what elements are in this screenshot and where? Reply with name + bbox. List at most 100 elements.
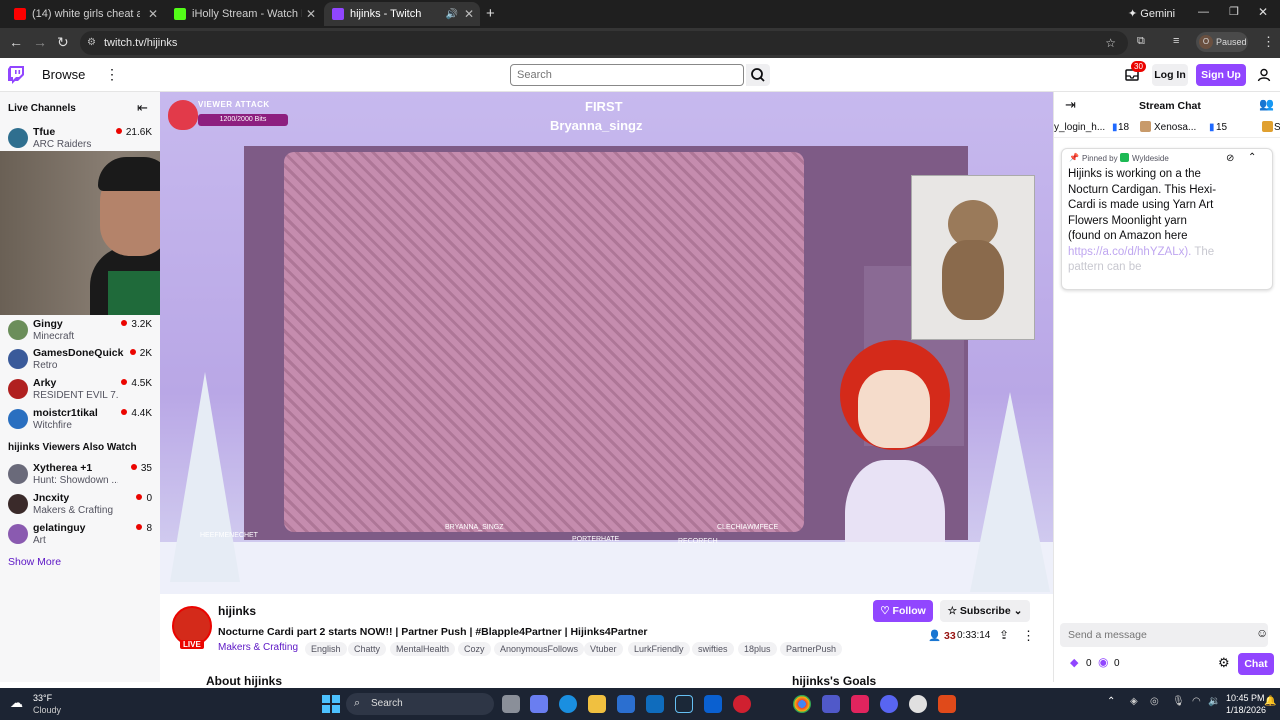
search-input[interactable] bbox=[510, 64, 744, 86]
chrome-icon[interactable] bbox=[793, 695, 811, 713]
collapse-sidebar-icon[interactable]: ⇤ bbox=[137, 100, 148, 116]
forward-button[interactable]: → bbox=[33, 34, 47, 50]
video-player[interactable]: VIEWER ATTACK 1200/2000 Bits FIRST Bryan… bbox=[160, 92, 1053, 594]
channel-item[interactable]: moistcr1tikal Witchfire 4.4K bbox=[0, 405, 160, 435]
more-options-icon[interactable]: ⋮ bbox=[105, 66, 119, 83]
tray-icon[interactable]: ◎ bbox=[1150, 696, 1159, 707]
channel-item[interactable]: Tfue ARC Raiders 21.6K bbox=[0, 124, 160, 154]
leaderboard-count: 18 bbox=[1118, 122, 1130, 133]
channel-item[interactable]: Jncxity Makers & Crafting 0 bbox=[0, 490, 160, 520]
minimize-button[interactable]: — bbox=[1198, 6, 1209, 18]
browser-tab-twitch[interactable]: hijinks - Twitch 🔊 ✕ bbox=[324, 2, 480, 26]
tag[interactable]: AnonymousFollows bbox=[494, 642, 585, 656]
profile-button[interactable]: O Paused bbox=[1196, 32, 1248, 52]
clock-time[interactable]: 10:45 PM bbox=[1226, 693, 1265, 703]
notification-center-icon[interactable]: 🔔 bbox=[1264, 696, 1276, 707]
channel-item[interactable]: Gingy Minecraft 3.2K bbox=[0, 316, 160, 346]
close-tab-icon[interactable]: ✕ bbox=[464, 7, 474, 21]
moderator-badge-icon bbox=[1120, 153, 1129, 162]
goals-heading: hijinks's Goals bbox=[792, 674, 877, 688]
community-icon[interactable]: 👥 bbox=[1259, 97, 1274, 111]
outlook-icon[interactable] bbox=[646, 695, 664, 713]
task-view-icon[interactable] bbox=[502, 695, 520, 713]
login-button[interactable]: Log In bbox=[1152, 64, 1188, 86]
browser-tab-youtube[interactable]: (14) white girls cheat alot - You ✕ bbox=[6, 2, 164, 26]
gemini-button[interactable]: ✦ Gemini bbox=[1128, 7, 1175, 20]
tab-title: hijinks - Twitch bbox=[350, 8, 422, 20]
show-more-link[interactable]: Show More bbox=[8, 556, 61, 568]
channel-item[interactable]: GamesDoneQuick Retro 2K bbox=[0, 345, 160, 375]
follow-button[interactable]: ♡ Follow bbox=[873, 600, 933, 622]
file-explorer-icon[interactable] bbox=[588, 695, 606, 713]
browser-tab-kick[interactable]: iHolly Stream - Watch Live on K ✕ bbox=[166, 2, 322, 26]
user-icon[interactable] bbox=[1257, 68, 1271, 82]
discord-icon[interactable] bbox=[880, 695, 898, 713]
pinned-link[interactable]: https://a.co/d/hhYZALx). bbox=[1068, 246, 1191, 258]
close-tab-icon[interactable]: ✕ bbox=[306, 7, 316, 21]
tag[interactable]: Vtuber bbox=[584, 642, 623, 656]
teddy-bear-cam bbox=[911, 175, 1035, 340]
more-options-icon[interactable]: ⋮ bbox=[1022, 628, 1035, 644]
channel-item[interactable]: Xytherea +1 Hunt: Showdown ... 35 bbox=[0, 460, 160, 490]
tag[interactable]: PartnerPush bbox=[780, 642, 843, 656]
volume-icon[interactable]: 🔉 bbox=[1208, 696, 1220, 707]
taskbar-search[interactable]: ⌕ Search bbox=[346, 693, 494, 715]
twitch-logo-icon[interactable] bbox=[8, 66, 24, 84]
wifi-icon[interactable]: ◠ bbox=[1192, 696, 1201, 707]
url-field[interactable]: ⚙ twitch.tv/hijinks ☆ bbox=[80, 31, 1128, 55]
windows-start-icon[interactable] bbox=[322, 695, 340, 713]
tag[interactable]: 18plus bbox=[738, 642, 777, 656]
search-button[interactable] bbox=[746, 64, 770, 86]
browser-menu-icon[interactable]: ⋮ bbox=[1262, 34, 1275, 50]
extensions-icon[interactable]: ⧉ bbox=[1137, 35, 1145, 48]
edge-icon[interactable] bbox=[559, 695, 577, 713]
close-window-button[interactable]: ✕ bbox=[1258, 5, 1268, 19]
speaker-icon[interactable]: 🔊 bbox=[446, 9, 458, 20]
maximize-button[interactable]: ❐ bbox=[1229, 5, 1239, 18]
chevron-up-icon[interactable]: ⌃ bbox=[1248, 152, 1256, 163]
obs-icon[interactable] bbox=[909, 695, 927, 713]
copilot-icon[interactable] bbox=[530, 695, 548, 713]
collapse-chat-icon[interactable]: ⇥ bbox=[1065, 97, 1076, 113]
channel-points-icon[interactable]: ◉ bbox=[1098, 655, 1108, 669]
bluetooth-icon[interactable] bbox=[704, 695, 722, 713]
media-icon[interactable]: ≡ bbox=[1173, 35, 1179, 47]
channel-item[interactable]: Arky RESIDENT EVIL 7... 4.5K bbox=[0, 375, 160, 405]
show-hidden-icons[interactable]: ⌃ bbox=[1107, 696, 1115, 707]
app-icon[interactable] bbox=[733, 695, 751, 713]
browse-link[interactable]: Browse bbox=[42, 67, 85, 82]
bits-cheer-icon[interactable]: ◆ bbox=[1070, 656, 1078, 669]
tag[interactable]: LurkFriendly bbox=[628, 642, 690, 656]
chat-input[interactable] bbox=[1060, 623, 1268, 647]
microphone-icon[interactable]: 🎙 bbox=[1172, 696, 1185, 707]
reload-button[interactable]: ↻ bbox=[57, 34, 69, 51]
new-tab-button[interactable]: + bbox=[486, 5, 495, 22]
chat-settings-icon[interactable]: ⚙ bbox=[1218, 655, 1230, 671]
close-tab-icon[interactable]: ✕ bbox=[148, 7, 158, 21]
site-info-icon[interactable]: ⚙ bbox=[87, 31, 96, 55]
steam-icon[interactable] bbox=[675, 695, 693, 713]
signup-button[interactable]: Sign Up bbox=[1196, 64, 1246, 86]
back-button[interactable]: ← bbox=[9, 34, 23, 50]
share-icon[interactable]: ⇪ bbox=[999, 628, 1009, 642]
hide-icon[interactable]: ⊘ bbox=[1226, 153, 1234, 164]
tag[interactable]: English bbox=[305, 642, 347, 656]
store-icon[interactable] bbox=[617, 695, 635, 713]
clock-date[interactable]: 1/18/2026 bbox=[1226, 705, 1266, 715]
notifications-button[interactable]: 30 bbox=[1125, 61, 1146, 84]
channel-name[interactable]: hijinks bbox=[218, 604, 256, 618]
teams-icon[interactable] bbox=[822, 695, 840, 713]
tag[interactable]: Cozy bbox=[458, 642, 491, 656]
tag[interactable]: swifties bbox=[692, 642, 734, 656]
subscribe-button[interactable]: ☆ Subscribe ⌄ bbox=[940, 600, 1030, 622]
tray-icon[interactable]: ◈ bbox=[1130, 696, 1138, 707]
bookmark-star-icon[interactable]: ☆ bbox=[1105, 31, 1116, 55]
tag[interactable]: MentalHealth bbox=[390, 642, 456, 656]
chat-send-button[interactable]: Chat bbox=[1238, 653, 1274, 675]
emote-picker-icon[interactable]: ☺ bbox=[1256, 626, 1268, 640]
app-icon[interactable] bbox=[851, 695, 869, 713]
category-link[interactable]: Makers & Crafting bbox=[218, 642, 298, 653]
channel-item[interactable]: gelatinguy Art 8 bbox=[0, 520, 160, 550]
app-icon[interactable] bbox=[938, 695, 956, 713]
tag[interactable]: Chatty bbox=[348, 642, 387, 656]
